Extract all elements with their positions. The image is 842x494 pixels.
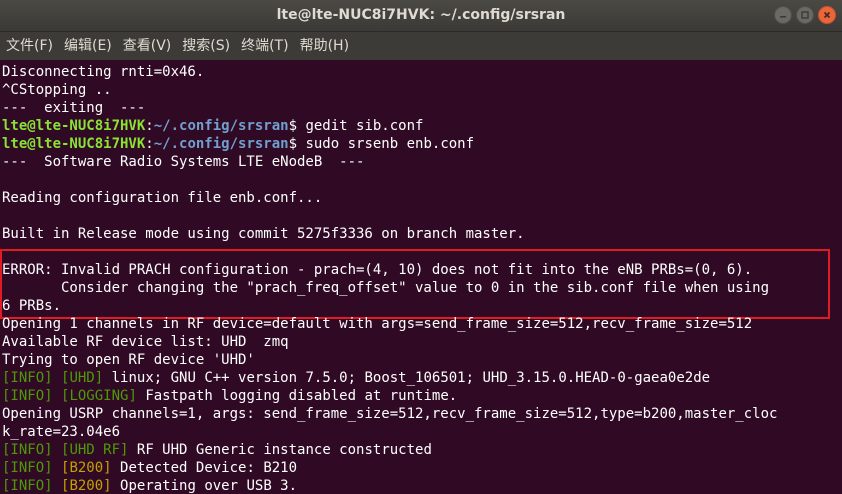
log-text: Fastpath logging disabled at runtime. — [145, 388, 458, 404]
prompt-user: lte@lte-NUC8i7HVK — [2, 118, 146, 134]
output-line: Trying to open RF device 'UHD' — [2, 352, 255, 368]
close-icon — [823, 11, 831, 19]
output-line: k_rate=23.04e6 — [2, 424, 121, 440]
log-line: [INFO] [UHD RF] RF UHD Generic instance … — [2, 441, 432, 459]
output-line: --- exiting --- — [2, 100, 146, 116]
log-text: linux; GNU C++ version 7.5.0; Boost_1065… — [111, 370, 711, 386]
output-line: ^CStopping .. — [2, 82, 112, 98]
log-line: [INFO] [UHD] linux; GNU C++ version 7.5.… — [2, 369, 710, 387]
output-line: Opening USRP channels=1, args: send_fram… — [2, 406, 778, 422]
prompt-path: ~/.config/srsran — [153, 118, 289, 134]
log-line: [INFO] [LOGGING] Fastpath logging disabl… — [2, 387, 457, 405]
log-text: Detected Device: B210 — [120, 460, 298, 476]
menu-search[interactable]: 搜索(S) — [176, 32, 235, 60]
b200-tag: [B200] — [61, 478, 112, 494]
menu-edit[interactable]: 编辑(E) — [58, 32, 117, 60]
window-title: lte@lte-NUC8i7HVK: ~/.config/srsran — [276, 7, 566, 23]
prompt-path: ~/.config/srsran — [153, 136, 289, 152]
menu-terminal[interactable]: 终端(T) — [235, 32, 293, 60]
command-text: sudo srsenb enb.conf — [305, 136, 475, 152]
menu-file[interactable]: 文件(F) — [0, 32, 58, 60]
output-line: --- Software Radio Systems LTE eNodeB --… — [2, 154, 365, 170]
menu-help[interactable]: 帮助(H) — [294, 32, 354, 60]
info-tag: [INFO] — [2, 388, 53, 404]
log-text: Operating over USB 3. — [120, 478, 298, 494]
close-button[interactable] — [818, 6, 836, 24]
maximize-button[interactable] — [796, 6, 814, 24]
menu-bar: 文件(F) 编辑(E) 查看(V) 搜索(S) 终端(T) 帮助(H) — [0, 32, 842, 60]
b200-tag: [B200] — [61, 460, 112, 476]
log-line: [INFO] [B200] Detected Device: B210 — [2, 459, 297, 477]
log-line: [INFO] [B200] Operating over USB 3. — [2, 477, 297, 494]
output-line: Disconnecting rnti=0x46. — [2, 64, 205, 80]
info-tag: [INFO] — [2, 460, 53, 476]
uhd-rf-tag: [UHD RF] — [61, 442, 129, 458]
output-line: Opening 1 channels in RF device=default … — [2, 316, 753, 332]
uhd-tag: [UHD] — [61, 370, 104, 386]
title-bar[interactable]: lte@lte-NUC8i7HVK: ~/.config/srsran — [0, 0, 842, 32]
error-highlight-box — [0, 249, 830, 319]
command-text: gedit sib.conf — [305, 118, 424, 134]
window-controls — [774, 6, 836, 24]
terminal-output[interactable]: Disconnecting rnti=0x46. ^CStopping .. -… — [0, 60, 842, 494]
maximize-icon — [801, 11, 809, 19]
output-line: Available RF device list: UHD zmq — [2, 334, 289, 350]
output-line: Built in Release mode using commit 5275f… — [2, 226, 525, 242]
prompt-user: lte@lte-NUC8i7HVK — [2, 136, 146, 152]
info-tag: [INFO] — [2, 442, 53, 458]
minimize-button[interactable] — [774, 6, 792, 24]
menu-view[interactable]: 查看(V) — [117, 32, 177, 60]
output-line: Reading configuration file enb.conf... — [2, 190, 323, 206]
minimize-icon — [780, 16, 786, 18]
command-line: lte@lte-NUC8i7HVK:~/.config/srsran$ sudo… — [2, 136, 475, 152]
info-tag: [INFO] — [2, 370, 53, 386]
command-line: lte@lte-NUC8i7HVK:~/.config/srsran$ gedi… — [2, 118, 424, 134]
info-tag: [INFO] — [2, 478, 53, 494]
logging-tag: [LOGGING] — [61, 388, 137, 404]
log-text: RF UHD Generic instance constructed — [136, 442, 432, 458]
terminal-window: lte@lte-NUC8i7HVK: ~/.config/srsran 文件(F… — [0, 0, 842, 494]
